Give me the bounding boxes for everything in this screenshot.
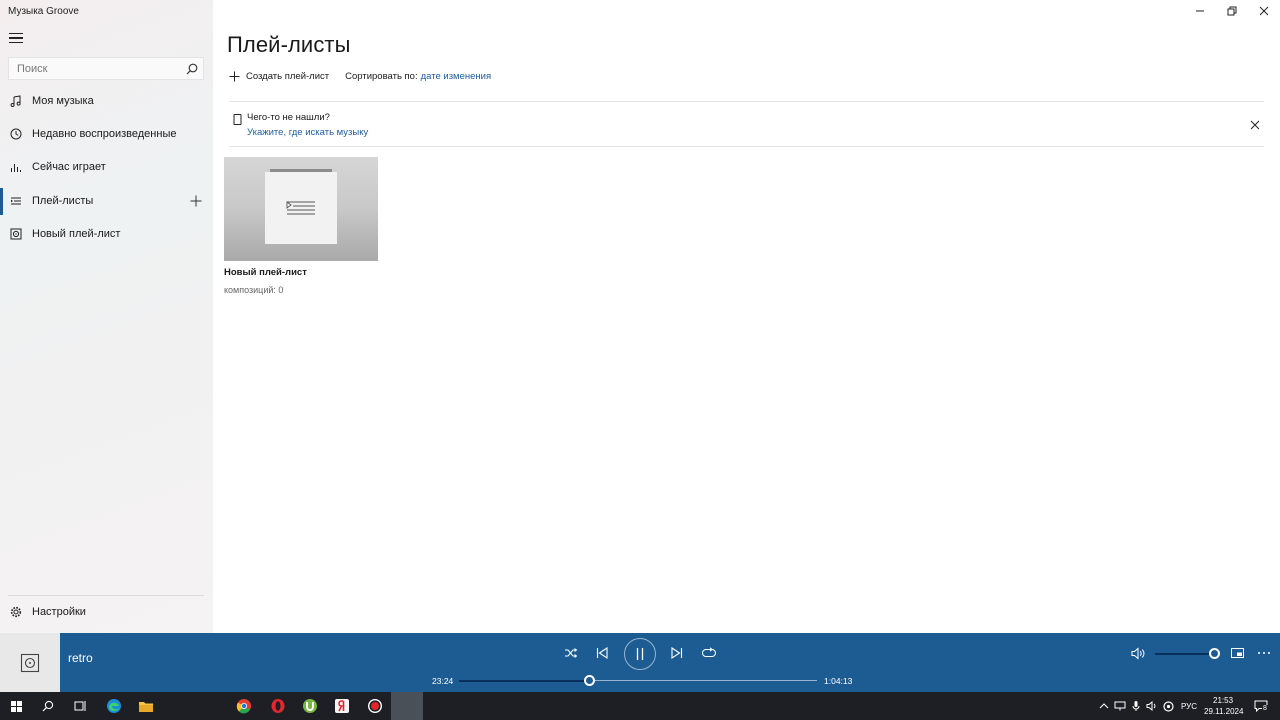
- sidebar-item-label: Недавно воспроизведенные: [32, 128, 177, 140]
- music-note-icon: [0, 95, 32, 107]
- playlist-card[interactable]: Новый плей-лист композиций: 0: [224, 157, 378, 295]
- sidebar: Музыка Groove Моя музыка Недавно воспрои…: [0, 0, 213, 633]
- total-time: 1:04:13: [824, 676, 853, 686]
- playlist-track-count: композиций: 0: [224, 285, 284, 295]
- app-title: Музыка Groove: [8, 6, 79, 17]
- previous-icon[interactable]: [594, 643, 610, 663]
- sidebar-item-now-playing[interactable]: Сейчас играет: [0, 152, 213, 182]
- windows-start-icon[interactable]: [0, 692, 32, 720]
- main-content: Плей-листы Создать плей-лист Сортировать…: [213, 0, 1280, 633]
- sidebar-item-my-music[interactable]: Моя музыка: [0, 86, 213, 116]
- language-indicator[interactable]: РУС: [1181, 702, 1197, 711]
- more-options-icon[interactable]: [1256, 643, 1272, 663]
- microphone-icon[interactable]: [1130, 700, 1142, 712]
- opera-icon[interactable]: [262, 692, 294, 720]
- volume-slider[interactable]: [1155, 648, 1220, 659]
- album-placeholder-icon: [20, 653, 40, 672]
- music-location-link[interactable]: Укажите, где искать музыку: [247, 127, 368, 138]
- sidebar-item-label: Новый плей-лист: [32, 228, 121, 240]
- cover-paper: [265, 172, 337, 244]
- network-icon[interactable]: [1114, 700, 1126, 712]
- close-window-icon[interactable]: [1248, 0, 1280, 22]
- toolbar: Создать плей-лист Сортировать по: дате и…: [229, 71, 491, 82]
- pause-icon: [636, 648, 644, 660]
- clock-icon: [0, 128, 32, 140]
- elapsed-time: 23:24: [432, 676, 454, 686]
- album-art[interactable]: [0, 633, 60, 692]
- search-icon[interactable]: [32, 692, 64, 720]
- volume-icon[interactable]: [1130, 643, 1146, 663]
- chevron-up-icon[interactable]: [1098, 700, 1110, 712]
- speaker-icon[interactable]: [1146, 700, 1158, 712]
- volume-level: [1155, 652, 1214, 655]
- search-input[interactable]: [9, 62, 181, 75]
- playlist-name: Новый плей-лист: [224, 267, 307, 278]
- edge-icon[interactable]: [98, 692, 130, 720]
- phone-icon: [233, 112, 242, 130]
- banner-title: Чего-то не нашли?: [247, 112, 330, 123]
- seek-progress: [459, 679, 590, 682]
- gear-icon: [0, 606, 32, 618]
- page-title: Плей-листы: [227, 32, 351, 57]
- mini-player-icon[interactable]: [1229, 643, 1245, 663]
- sort-dropdown[interactable]: дате изменения: [421, 71, 492, 82]
- sort-label: Сортировать по:: [345, 71, 418, 82]
- create-playlist-label: Создать плей-лист: [246, 71, 330, 82]
- create-playlist-button[interactable]: Создать плей-лист: [229, 71, 329, 82]
- playlist-icon: [286, 201, 315, 215]
- window-controls: [1184, 0, 1280, 22]
- banner-divider: [229, 101, 1264, 102]
- notification-count: 8: [1262, 705, 1268, 712]
- sidebar-item-label: Плей-листы: [32, 195, 94, 207]
- sidebar-item-settings[interactable]: Настройки: [0, 597, 213, 627]
- clock-time[interactable]: 21:53: [1213, 696, 1233, 705]
- banner-divider: [229, 146, 1264, 147]
- clock-date[interactable]: 29.11.2024: [1204, 707, 1243, 716]
- taskbar: РУС 21:53 29.11.2024 8: [0, 692, 1280, 720]
- sidebar-item-label: Настройки: [32, 606, 86, 618]
- repeat-icon[interactable]: [701, 643, 717, 663]
- record-icon[interactable]: [359, 692, 391, 720]
- playlist-icon: [0, 195, 32, 207]
- playlist-cover: [224, 157, 378, 261]
- track-title[interactable]: retro: [68, 651, 93, 665]
- next-icon[interactable]: [669, 643, 685, 663]
- close-icon[interactable]: [1249, 118, 1261, 130]
- pause-button[interactable]: [624, 638, 656, 670]
- shuffle-icon[interactable]: [563, 643, 579, 663]
- chrome-icon[interactable]: [228, 692, 260, 720]
- seek-thumb[interactable]: [584, 675, 596, 686]
- sidebar-item-new-playlist[interactable]: Новый плей-лист: [0, 219, 213, 249]
- sidebar-item-label: Сейчас играет: [32, 161, 106, 173]
- volume-thumb[interactable]: [1208, 648, 1220, 659]
- groove-music-taskbar-icon[interactable]: [391, 692, 423, 720]
- utorrent-icon[interactable]: [294, 692, 326, 720]
- equalizer-icon: [0, 161, 32, 173]
- minimize-icon[interactable]: [1184, 0, 1216, 22]
- task-view-icon[interactable]: [64, 692, 96, 720]
- sidebar-item-recent[interactable]: Недавно воспроизведенные: [0, 119, 213, 149]
- player-bar: retro 23:24 1:04:13: [0, 633, 1280, 692]
- add-playlist-icon[interactable]: [189, 194, 203, 208]
- search-box: [8, 57, 204, 80]
- seek-slider[interactable]: [459, 675, 817, 686]
- search-icon[interactable]: [181, 58, 203, 80]
- restore-icon[interactable]: [1216, 0, 1248, 22]
- file-explorer-icon[interactable]: [130, 692, 162, 720]
- playlist-disc-icon: [0, 228, 32, 240]
- sidebar-item-playlists[interactable]: Плей-листы: [0, 186, 213, 216]
- hamburger-menu-icon[interactable]: [9, 33, 23, 44]
- security-icon[interactable]: [1162, 700, 1174, 712]
- sidebar-item-label: Моя музыка: [32, 95, 94, 107]
- plus-icon: [229, 71, 240, 82]
- yandex-browser-icon[interactable]: [326, 692, 358, 720]
- sidebar-divider: [8, 595, 204, 596]
